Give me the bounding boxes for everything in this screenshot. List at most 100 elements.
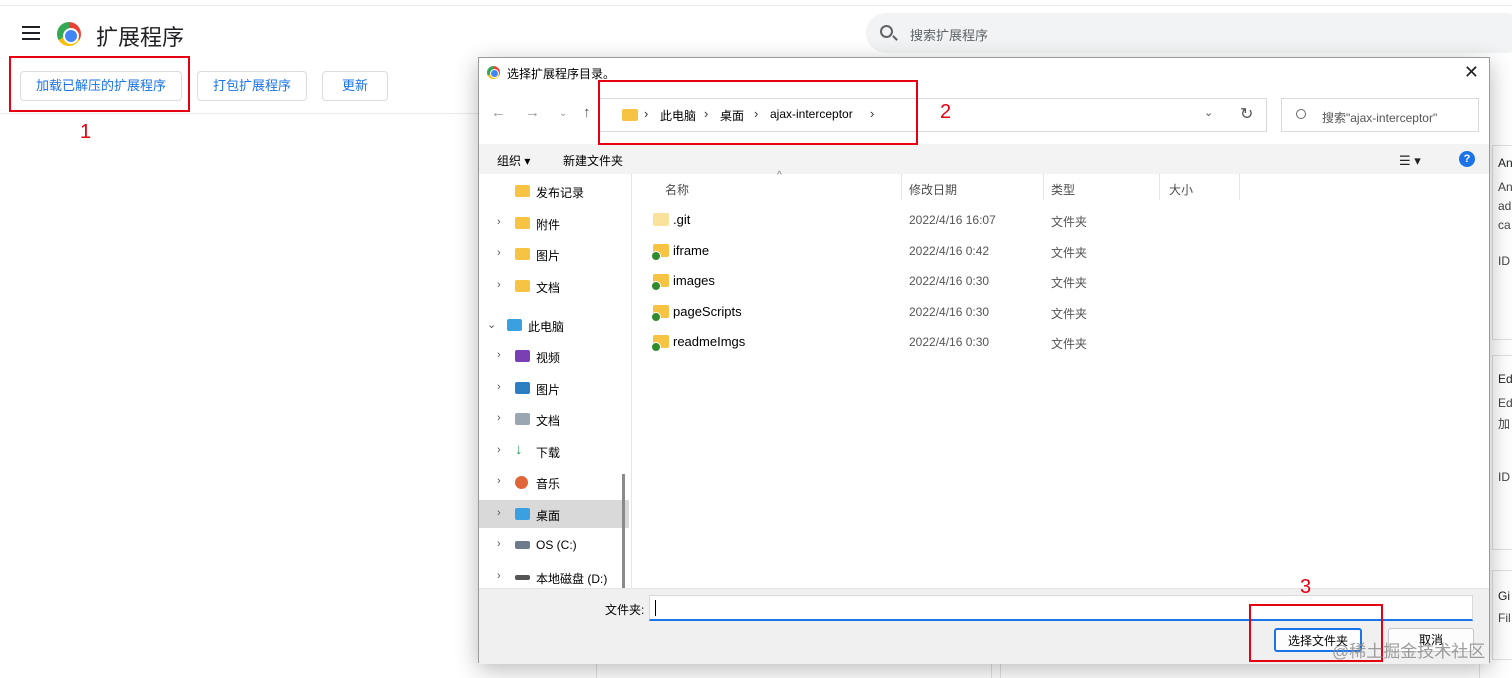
tree-item-label: 桌面: [536, 509, 561, 523]
refresh-icon[interactable]: ↻: [1240, 104, 1253, 124]
chevron-right-icon[interactable]: ›: [497, 570, 501, 582]
tree-item-label: 发布记录: [536, 186, 585, 200]
chevron-right-icon[interactable]: ›: [497, 412, 501, 424]
card-line: ID: [1498, 470, 1510, 484]
update-button[interactable]: 更新: [322, 71, 388, 101]
search-placeholder: 搜索扩展程序: [910, 28, 989, 43]
tree-item[interactable]: › OS (C:): [479, 531, 629, 559]
tree-item[interactable]: 发布记录: [479, 177, 629, 205]
tree-item[interactable]: › 图片: [479, 374, 629, 402]
chevron-right-icon[interactable]: ›: [497, 475, 501, 487]
folder-icon: [515, 185, 530, 197]
watermark: @稀土掘金技术社区: [1332, 642, 1486, 661]
sync-check-icon: [651, 342, 661, 352]
video-icon: [515, 350, 530, 362]
column-separator[interactable]: [1043, 174, 1044, 200]
recent-locations-chevron-icon[interactable]: ⌄: [559, 108, 567, 119]
column-separator[interactable]: [901, 174, 902, 200]
chevron-right-icon[interactable]: ›: [497, 381, 501, 393]
card-title: Gi: [1498, 589, 1510, 603]
folder-search-input[interactable]: 搜索"ajax-interceptor": [1281, 98, 1479, 132]
close-icon[interactable]: ✕: [1464, 61, 1479, 83]
pane-divider[interactable]: [631, 174, 632, 588]
view-options-icon[interactable]: ☰ ▾: [1399, 153, 1421, 169]
annotation-label-2: 2: [940, 101, 952, 123]
hamburger-menu-icon[interactable]: [22, 26, 40, 40]
tree-item[interactable]: › 附件: [479, 209, 629, 237]
folder-icon: [515, 217, 530, 229]
chevron-right-icon[interactable]: ›: [497, 507, 501, 519]
folder-icon: [515, 248, 530, 260]
tree-item[interactable]: ⌄ 此电脑: [479, 311, 629, 339]
tree-item-label: 视频: [536, 351, 561, 365]
file-row[interactable]: pageScripts 2022/4/16 0:30 文件夹: [639, 297, 1479, 327]
up-arrow-icon[interactable]: ↑: [583, 104, 591, 121]
tree-item-selected[interactable]: › 桌面: [479, 500, 629, 528]
tree-item-label: 附件: [536, 218, 561, 232]
disk-icon: [515, 575, 530, 580]
pack-extension-button[interactable]: 打包扩展程序: [197, 71, 307, 101]
tree-item-label: 图片: [536, 383, 561, 397]
new-folder-button[interactable]: 新建文件夹: [563, 152, 623, 169]
tree-item[interactable]: › 文档: [479, 405, 629, 433]
tree-item-label: 此电脑: [528, 320, 565, 334]
navigation-scrollbar[interactable]: [622, 474, 625, 588]
command-bar: 组织 ▾ 新建文件夹 ☰ ▾ ?: [479, 144, 1489, 174]
address-dropdown-icon[interactable]: ⌄: [1204, 106, 1213, 119]
file-row[interactable]: .git 2022/4/16 16:07 文件夹: [639, 205, 1479, 235]
desktop-icon: [515, 508, 530, 520]
card-line: Ed: [1498, 396, 1512, 410]
card-line: 加: [1498, 417, 1511, 431]
documents-icon: [515, 413, 530, 425]
organize-menu[interactable]: 组织 ▾: [497, 152, 530, 169]
tree-item-label: 文档: [536, 414, 561, 428]
file-row[interactable]: images 2022/4/16 0:30 文件夹: [639, 266, 1479, 296]
file-row[interactable]: readmeImgs 2022/4/16 0:30 文件夹: [639, 327, 1479, 357]
computer-icon: [507, 319, 522, 331]
toolbar-divider: [0, 113, 480, 114]
tree-item[interactable]: › ↓ 下载: [479, 437, 629, 465]
column-separator[interactable]: [1159, 174, 1160, 200]
chevron-down-icon[interactable]: ⌄: [487, 318, 496, 331]
help-icon[interactable]: ?: [1459, 151, 1475, 167]
sync-check-icon: [651, 251, 661, 261]
extension-card-bottom-2: [1000, 663, 1480, 678]
tree-item[interactable]: › 文档: [479, 272, 629, 300]
file-name: readmeImgs: [673, 334, 746, 349]
column-header-modified[interactable]: 修改日期: [909, 181, 957, 198]
tree-item-label: 下载: [536, 446, 561, 460]
tree-item[interactable]: › 本地磁盘 (D:): [479, 563, 629, 588]
forward-arrow-icon[interactable]: →: [525, 104, 540, 121]
column-header-size[interactable]: 大小: [1169, 181, 1193, 198]
chevron-right-icon[interactable]: ›: [497, 279, 501, 291]
chevron-right-icon[interactable]: ›: [497, 444, 501, 456]
drive-icon: [515, 541, 530, 549]
file-modified: 2022/4/16 16:07: [909, 213, 996, 227]
tree-item[interactable]: › 音乐: [479, 468, 629, 496]
file-row[interactable]: iframe 2022/4/16 0:42 文件夹: [639, 236, 1479, 266]
file-name: iframe: [673, 243, 710, 258]
file-type: 文件夹: [1051, 246, 1088, 260]
file-list: ^ 名称 修改日期 类型 大小 .git 2022/4/16 16:07 文件夹…: [639, 170, 1479, 588]
column-header-type[interactable]: 类型: [1051, 181, 1075, 198]
card-line: ca: [1498, 218, 1511, 232]
tree-item-label: OS (C:): [536, 538, 577, 552]
chevron-right-icon[interactable]: ›: [497, 538, 501, 550]
chevron-right-icon[interactable]: ›: [497, 349, 501, 361]
column-header-name[interactable]: 名称: [665, 181, 689, 198]
tree-item[interactable]: › 视频: [479, 342, 629, 370]
file-type: 文件夹: [1051, 276, 1088, 290]
folder-search-placeholder: 搜索"ajax-interceptor": [1322, 111, 1438, 125]
annotation-box-1: [9, 56, 190, 112]
back-arrow-icon[interactable]: ←: [491, 104, 506, 121]
search-extensions-input[interactable]: 搜索扩展程序: [866, 13, 1512, 53]
tree-item[interactable]: › 图片: [479, 240, 629, 268]
extension-card-3: Gi Fil: [1492, 570, 1512, 660]
card-title: An: [1498, 156, 1512, 170]
tree-item-label: 音乐: [536, 477, 561, 491]
column-separator[interactable]: [1239, 174, 1240, 200]
chevron-right-icon[interactable]: ›: [497, 247, 501, 259]
chevron-right-icon[interactable]: ›: [497, 216, 501, 228]
file-name: .git: [673, 212, 691, 227]
tree-item-label: 本地磁盘 (D:): [536, 572, 608, 586]
